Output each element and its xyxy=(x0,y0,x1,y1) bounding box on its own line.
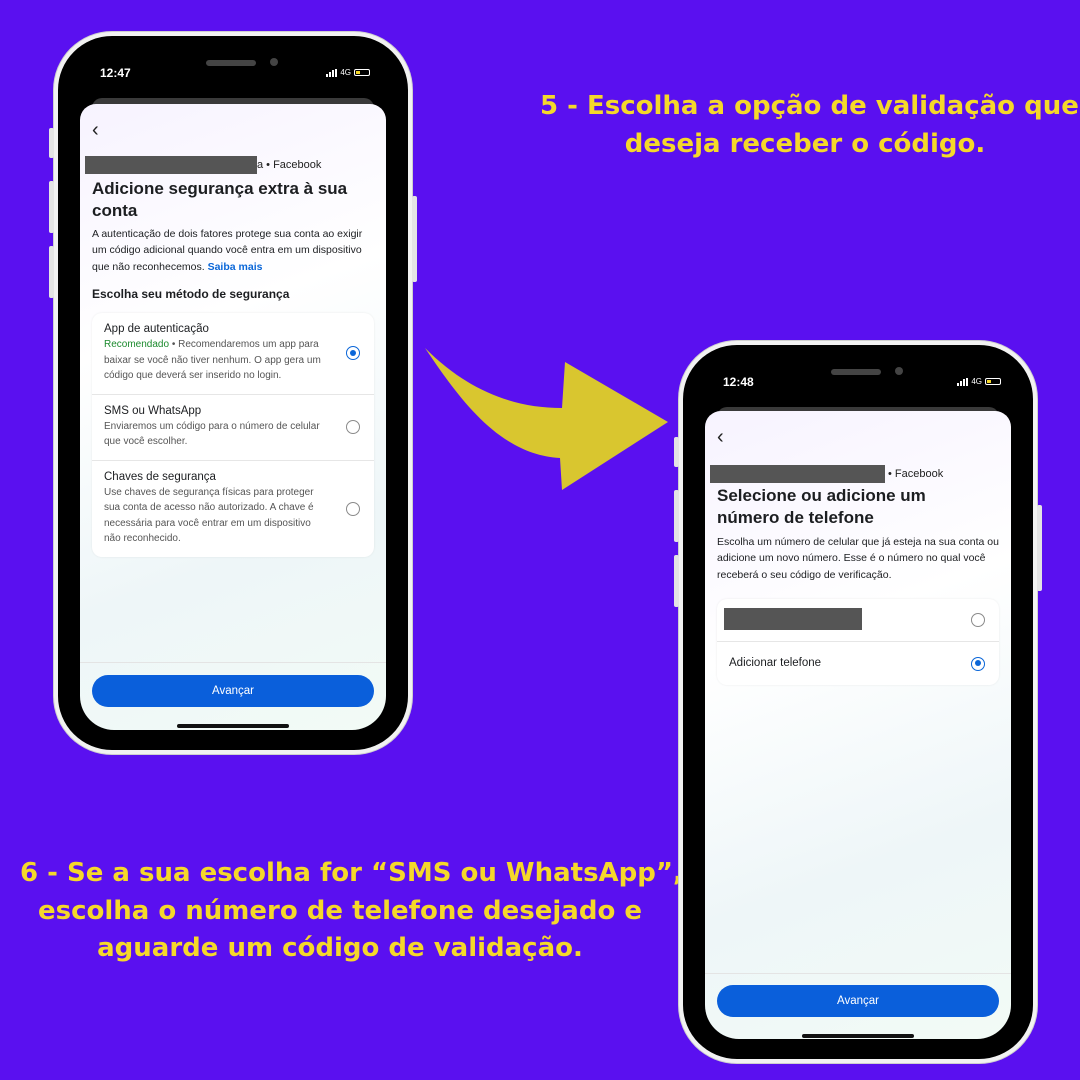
phone-number-option[interactable] xyxy=(717,599,999,642)
phone-mockup-phone-number: 12:48 4G ‹ • Facebook Selecione ou adici… xyxy=(674,345,1042,1059)
account-suffix: a • Facebook xyxy=(257,159,322,171)
phone-number-list: Adicionar telefone xyxy=(717,599,999,685)
caption-line: aguarde um código de validação. xyxy=(97,933,583,964)
page-description: A autenticação de dois fatores protege s… xyxy=(92,226,377,275)
option-title: App de autenticação xyxy=(104,323,209,335)
radio-empty-icon[interactable] xyxy=(346,501,360,516)
screen: ‹ a • Facebook Adicione segurança extra … xyxy=(80,104,386,730)
phone-side-button xyxy=(674,490,679,542)
phone-side-button xyxy=(49,246,54,298)
screen: ‹ • Facebook Selecione ou adicione um nú… xyxy=(705,411,1011,1039)
radio-selected-icon[interactable] xyxy=(971,656,985,671)
option-description: Enviaremos um código para o número de ce… xyxy=(104,420,320,448)
status-time: 12:48 xyxy=(723,375,754,389)
option-title: Chaves de segurança xyxy=(104,470,216,483)
caption-line: 5 - Escolha a opção de validação que xyxy=(540,91,1079,121)
battery-icon xyxy=(985,378,1001,385)
phone-side-button xyxy=(412,196,417,282)
home-indicator xyxy=(177,724,289,728)
radio-empty-icon[interactable] xyxy=(971,613,985,627)
battery-icon xyxy=(354,69,370,76)
caption-line: 6 - Se a sua escolha for “SMS ou WhatsAp… xyxy=(20,858,683,888)
option-description: Recomendado • Recomendaremos um app para… xyxy=(104,337,324,384)
step-5-caption: 5 - Escolha a opção de validação que des… xyxy=(540,88,1079,163)
phone-side-button xyxy=(674,437,679,467)
method-heading: Escolha seu método de segurança xyxy=(92,287,290,301)
status-time: 12:47 xyxy=(100,66,131,80)
network-label: 4G xyxy=(340,68,351,77)
option-description: Use chaves de segurança físicas para pro… xyxy=(104,486,314,545)
option-title: SMS ou WhatsApp xyxy=(104,404,202,417)
back-chevron-icon[interactable]: ‹ xyxy=(717,427,724,447)
step-6-caption: 6 - Se a sua escolha for “SMS ou WhatsAp… xyxy=(20,855,683,968)
caption-line: escolha o número de telefone desejado e xyxy=(37,895,643,926)
curved-arrow-icon xyxy=(425,348,668,490)
option-security-keys[interactable]: Chaves de segurança Use chaves de segura… xyxy=(92,461,374,557)
redacted-account-name xyxy=(710,465,885,483)
signal-icon xyxy=(326,68,338,77)
option-label: Adicionar telefone xyxy=(729,657,822,669)
option-authenticator-app[interactable]: App de autenticação Recomendado • Recome… xyxy=(92,313,374,395)
account-breadcrumb: • Facebook xyxy=(710,465,943,483)
recommended-badge: Recomendado xyxy=(104,339,170,350)
redacted-phone-number xyxy=(724,608,862,630)
next-button[interactable]: Avançar xyxy=(92,675,374,707)
speaker-grille xyxy=(206,60,256,66)
page-title: Selecione ou adicione um número de telef… xyxy=(717,486,926,528)
add-phone-option[interactable]: Adicionar telefone xyxy=(717,642,999,685)
page-description: Escolha um número de celular que já este… xyxy=(717,536,999,581)
phone-side-button xyxy=(674,555,679,607)
security-options-list: App de autenticação Recomendado • Recome… xyxy=(92,313,374,557)
option-sms-whatsapp[interactable]: SMS ou WhatsApp Enviaremos um código par… xyxy=(92,395,374,461)
signal-icon xyxy=(957,377,969,386)
back-chevron-icon[interactable]: ‹ xyxy=(92,120,99,140)
front-camera xyxy=(895,367,903,375)
radio-empty-icon[interactable] xyxy=(346,420,360,434)
phone-side-button xyxy=(49,128,54,158)
speaker-grille xyxy=(831,369,881,375)
account-suffix: • Facebook xyxy=(888,468,944,480)
phone-side-button xyxy=(49,181,54,233)
next-button[interactable]: Avançar xyxy=(717,985,999,1017)
page-title: Adicione segurança extra à sua conta xyxy=(92,179,348,221)
home-indicator xyxy=(802,1034,914,1038)
network-label: 4G xyxy=(971,377,982,386)
status-icons: 4G xyxy=(326,68,370,77)
phone-mockup-security-method: 12:47 4G ‹ a • Facebook Adicione seguran… xyxy=(49,36,417,750)
learn-more-link[interactable]: Saiba mais xyxy=(208,261,263,273)
front-camera xyxy=(270,58,278,66)
radio-selected-icon[interactable] xyxy=(346,346,360,361)
redacted-account-name xyxy=(85,156,257,174)
status-icons: 4G xyxy=(957,377,1001,386)
footer-divider xyxy=(80,662,386,663)
footer-divider xyxy=(705,973,1011,974)
caption-line: deseja receber o código. xyxy=(624,128,986,159)
account-breadcrumb: a • Facebook xyxy=(85,156,321,174)
phone-side-button xyxy=(1037,505,1042,591)
